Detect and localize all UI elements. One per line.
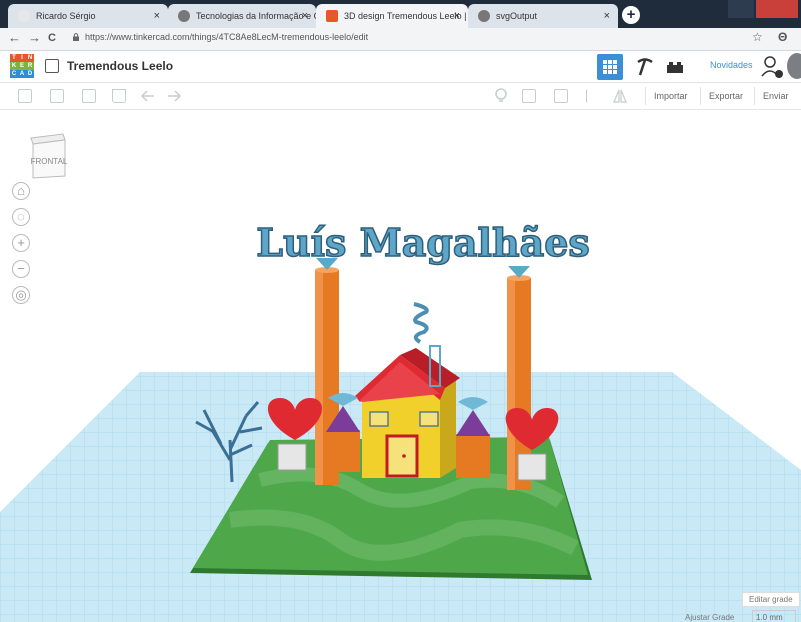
app-header: T I N K E R C A D Tremendous Leelo Novid… [0, 51, 801, 83]
zoom-out-icon[interactable]: − [12, 260, 30, 278]
tab-3d-design[interactable]: 3D design Tremendous Leelo | T × [316, 4, 468, 28]
snap-grid-label: Ajustar Grade [685, 613, 735, 622]
duplicate-icon[interactable] [82, 89, 96, 103]
reload-button[interactable]: C [48, 32, 56, 44]
send-to-button[interactable]: Enviar para [754, 87, 801, 119]
export-button[interactable]: Exportar [700, 87, 751, 105]
fit-view-icon[interactable]: ◌ [12, 208, 30, 226]
snap-grid-select[interactable]: 1.0 mm [752, 610, 796, 622]
tinkercad-favicon-icon [326, 10, 338, 22]
view-cube[interactable]: FRONTAL [27, 132, 69, 180]
3d-view-button[interactable] [597, 54, 623, 80]
url-field[interactable]: https://www.tinkercad.com/things/4TC8Ae8… [85, 32, 368, 42]
view-tools: ⌂ ◌ + − ◎ [12, 182, 34, 312]
bookmark-star-icon[interactable]: ☆ [752, 30, 763, 44]
globe-favicon-icon [478, 10, 490, 22]
tab-close-icon[interactable]: × [302, 4, 308, 28]
add-user-icon[interactable] [760, 54, 784, 80]
tab-title: svgOutput [496, 11, 538, 21]
browser-tab-strip: Ricardo Sérgio × Tecnologias da Informaç… [0, 0, 801, 28]
zoom-in-icon[interactable]: + [12, 234, 30, 252]
tab-svgoutput[interactable]: svgOutput × [468, 4, 618, 28]
tab-close-icon[interactable]: × [604, 4, 610, 28]
home-view-icon[interactable]: ⌂ [12, 182, 30, 200]
sign-text[interactable]: Luís Magalhães [255, 219, 590, 266]
spiral-ornament [413, 302, 429, 344]
close-window-button[interactable] [756, 0, 798, 18]
address-bar: ← → C https://www.tinkercad.com/things/4… [0, 28, 801, 51]
back-button[interactable]: ← [8, 30, 21, 45]
ungroup-icon[interactable] [554, 89, 568, 103]
design-list-icon[interactable] [45, 59, 59, 73]
design-title[interactable]: Tremendous Leelo [67, 59, 173, 73]
profile-favicon-icon [18, 10, 30, 22]
new-tab-button[interactable]: + [622, 6, 640, 24]
tab-tecnologias[interactable]: Tecnologias da Informação e Co × [168, 4, 316, 28]
edit-toolbar: Importar Exportar Enviar para [0, 83, 801, 119]
lock-icon [73, 33, 79, 41]
group-icon[interactable] [522, 89, 536, 103]
viewcube-label: FRONTAL [31, 157, 68, 166]
undo-icon[interactable] [140, 89, 156, 103]
paste-icon[interactable] [50, 89, 64, 103]
minimize-button[interactable] [728, 0, 754, 18]
lightbulb-icon[interactable] [494, 88, 508, 104]
import-button[interactable]: Importar [645, 87, 696, 105]
bricks-icon[interactable] [664, 56, 686, 78]
redo-icon[interactable] [166, 89, 182, 103]
workplane[interactable]: Luís Magalhães FRONTAL ⌂ ◌ + − ◎ Editar … [0, 110, 801, 622]
scene-3d: Luís Magalhães [0, 219, 801, 622]
tab-title: 3D design Tremendous Leelo | T [344, 11, 468, 21]
delete-icon[interactable] [112, 89, 126, 103]
tab-title: Ricardo Sérgio [36, 11, 96, 21]
avatar[interactable] [787, 53, 801, 79]
forward-button[interactable]: → [28, 30, 41, 45]
mirror-icon[interactable] [612, 88, 628, 104]
globe-favicon-icon [178, 10, 190, 22]
grid-icon [603, 60, 617, 74]
house-door [385, 434, 419, 478]
tab-close-icon[interactable]: × [154, 4, 160, 28]
novidades-link[interactable]: Novidades [710, 60, 753, 70]
tab-close-icon[interactable]: × [454, 4, 460, 28]
align-icon[interactable] [586, 89, 600, 103]
account-icon[interactable]: Θ [778, 30, 787, 44]
tab-title: Tecnologias da Informação e Co [196, 11, 316, 21]
pickaxe-icon[interactable] [634, 56, 656, 78]
tab-ricardo-sergio[interactable]: Ricardo Sérgio × [8, 4, 168, 28]
orthographic-view-icon[interactable]: ◎ [12, 286, 30, 304]
tinkercad-logo[interactable]: T I N K E R C A D [10, 54, 34, 78]
copy-icon[interactable] [18, 89, 32, 103]
edit-grid-button[interactable]: Editar grade [742, 592, 800, 607]
house-window [369, 411, 389, 427]
